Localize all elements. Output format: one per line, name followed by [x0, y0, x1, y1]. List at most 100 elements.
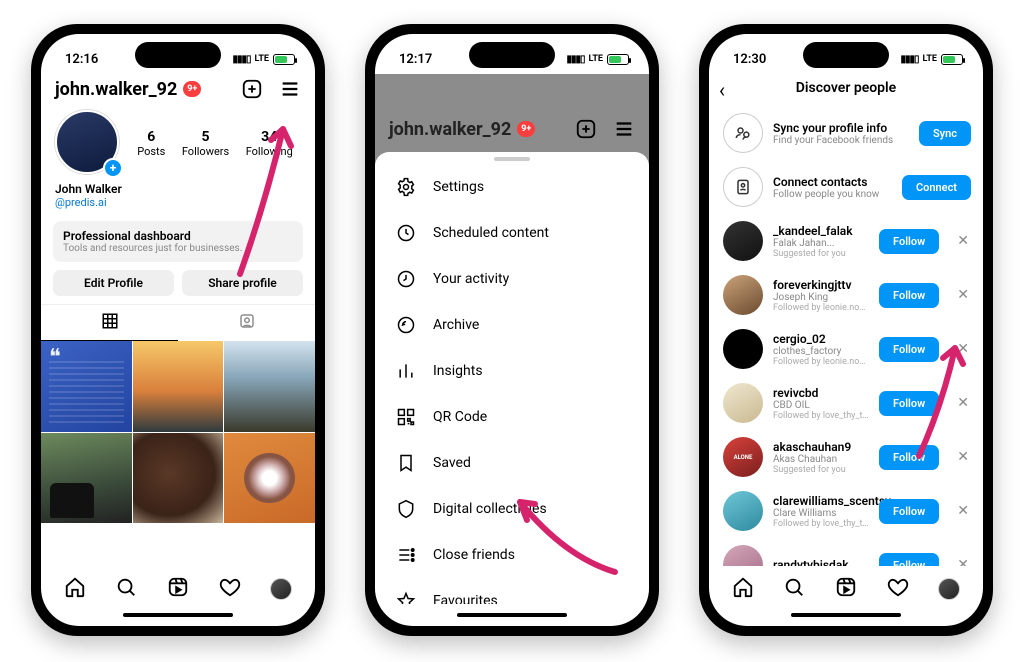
- suggestion-meta: Followed by leonie.noble1: [773, 303, 869, 313]
- suggestion-meta: Followed by love_thy_temple_: [773, 411, 869, 421]
- nav-activity-icon[interactable]: [887, 576, 909, 602]
- connect-button[interactable]: Connect: [902, 175, 971, 200]
- profile-username[interactable]: john.walker_92 9+: [55, 79, 201, 100]
- user-avatar[interactable]: [723, 275, 763, 315]
- dismiss-icon[interactable]: ✕: [949, 287, 971, 303]
- nav-search-icon[interactable]: [783, 576, 805, 602]
- menu-item-saved[interactable]: Saved: [375, 440, 649, 486]
- menu-item-favourites[interactable]: Favourites: [375, 578, 649, 604]
- dismiss-icon[interactable]: ✕: [949, 557, 971, 566]
- menu-item-scheduled[interactable]: Scheduled content: [375, 210, 649, 256]
- menu-item-settings[interactable]: Settings: [375, 164, 649, 210]
- user-avatar[interactable]: [723, 221, 763, 261]
- hamburger-menu-icon[interactable]: [279, 78, 301, 100]
- nav-search-icon[interactable]: [115, 576, 137, 602]
- dismiss-icon[interactable]: ✕: [949, 341, 971, 357]
- gear-icon: [395, 176, 417, 198]
- bio-link[interactable]: @predis.ai: [55, 196, 301, 209]
- suggestion-row[interactable]: akaschauhan9Akas ChauhanSuggested for yo…: [709, 430, 983, 484]
- stat-posts[interactable]: 6Posts: [137, 129, 165, 158]
- stat-followers[interactable]: 5Followers: [182, 129, 229, 158]
- follow-button[interactable]: Follow: [879, 283, 939, 308]
- nav-home-icon[interactable]: [64, 576, 86, 602]
- profile-username-dimmed: john.walker_92: [389, 119, 511, 140]
- dismiss-icon[interactable]: ✕: [949, 503, 971, 519]
- menu-item-archive[interactable]: Archive: [375, 302, 649, 348]
- suggestion-username: randytvbisdak: [773, 558, 869, 566]
- dismiss-icon[interactable]: ✕: [949, 233, 971, 249]
- professional-dashboard[interactable]: Professional dashboard Tools and resourc…: [53, 221, 303, 262]
- suggestion-meta: Followed by leonie.noble1: [773, 357, 869, 367]
- post-thumbnail[interactable]: [133, 341, 224, 432]
- suggestion-row[interactable]: revivcbdCBD OILFollowed by love_thy_temp…: [709, 376, 983, 430]
- suggestion-row[interactable]: _kandeel_falakFalak Jahan...Suggested fo…: [709, 214, 983, 268]
- follow-button[interactable]: Follow: [879, 391, 939, 416]
- suggestion-meta: Followed by love_thy_temple_: [773, 519, 869, 529]
- user-avatar[interactable]: [723, 437, 763, 477]
- dismiss-icon[interactable]: ✕: [949, 449, 971, 465]
- user-avatar[interactable]: [723, 329, 763, 369]
- sync-icon: [723, 113, 763, 153]
- notification-badge: 9+: [517, 121, 535, 137]
- follow-button[interactable]: Follow: [879, 499, 939, 524]
- sync-button[interactable]: Sync: [919, 121, 971, 146]
- suggestion-subtext: Clare Williams: [773, 508, 869, 519]
- menu-item-insights[interactable]: Insights: [375, 348, 649, 394]
- collectibles-icon: [395, 498, 417, 520]
- follow-button[interactable]: Follow: [879, 229, 939, 254]
- suggestion-row[interactable]: randytvbisdak Follow ✕: [709, 538, 983, 566]
- tab-tagged[interactable]: [178, 305, 315, 341]
- stat-following[interactable]: 34Following: [246, 129, 293, 158]
- home-indicator: [375, 604, 649, 626]
- suggestion-row[interactable]: foreverkingjttvJoseph KingFollowed by le…: [709, 268, 983, 322]
- nav-profile-icon[interactable]: [938, 578, 960, 600]
- tab-grid[interactable]: [41, 305, 178, 341]
- nav-activity-icon[interactable]: [219, 576, 241, 602]
- status-time: 12:30: [733, 52, 766, 67]
- suggestion-username: foreverkingjttv: [773, 278, 869, 292]
- suggestion-meta: Suggested for you: [773, 465, 869, 475]
- post-thumbnail[interactable]: [41, 433, 132, 524]
- menu-item-close-friends[interactable]: Close friends: [375, 532, 649, 578]
- menu-item-collectibles[interactable]: Digital collectibles: [375, 486, 649, 532]
- share-profile-button[interactable]: Share profile: [182, 270, 303, 296]
- nav-reels-icon[interactable]: [167, 576, 189, 602]
- qr-icon: [395, 406, 417, 428]
- follow-button[interactable]: Follow: [879, 445, 939, 470]
- nav-reels-icon[interactable]: [835, 576, 857, 602]
- bottom-nav: [709, 566, 983, 604]
- edit-profile-button[interactable]: Edit Profile: [53, 270, 174, 296]
- follow-button[interactable]: Follow: [879, 337, 939, 362]
- suggestion-subtext: clothes_factory: [773, 346, 869, 357]
- create-icon[interactable]: [241, 78, 263, 100]
- menu-item-qr[interactable]: QR Code: [375, 394, 649, 440]
- status-bar: 12:30 ▮▮▮▯ LTE: [709, 34, 983, 74]
- phone-menu: 12:17 ▮▮▮▯ LTE john.walker_92 9+: [365, 24, 659, 636]
- post-thumbnail[interactable]: [224, 433, 315, 524]
- nav-home-icon[interactable]: [732, 576, 754, 602]
- follow-button[interactable]: Follow: [879, 553, 939, 567]
- user-avatar[interactable]: [723, 545, 763, 566]
- user-avatar[interactable]: [723, 383, 763, 423]
- suggestion-row[interactable]: clarewilliams_scentsy...Clare WilliamsFo…: [709, 484, 983, 538]
- menu-item-activity[interactable]: Your activity: [375, 256, 649, 302]
- user-avatar[interactable]: [723, 491, 763, 531]
- display-name: John Walker: [55, 182, 301, 196]
- add-story-icon[interactable]: +: [103, 158, 123, 178]
- post-thumbnail[interactable]: [133, 433, 224, 524]
- sync-row[interactable]: Sync your profile infoFind your Facebook…: [709, 106, 983, 160]
- suggestion-row[interactable]: cergio_02clothes_factoryFollowed by leon…: [709, 322, 983, 376]
- network-label: LTE: [922, 54, 937, 64]
- post-thumbnail[interactable]: [224, 341, 315, 432]
- status-time: 12:16: [65, 52, 98, 67]
- profile-avatar[interactable]: +: [55, 110, 121, 176]
- connect-row[interactable]: Connect contactsFollow people you know C…: [709, 160, 983, 214]
- network-label: LTE: [588, 54, 603, 64]
- suggestion-subtext: Joseph King: [773, 292, 869, 303]
- suggestion-subtext: CBD OIL: [773, 400, 869, 411]
- back-icon[interactable]: ‹: [719, 78, 725, 102]
- nav-profile-icon[interactable]: [270, 578, 292, 600]
- post-thumbnail[interactable]: [41, 341, 132, 432]
- dismiss-icon[interactable]: ✕: [949, 395, 971, 411]
- insights-icon: [395, 360, 417, 382]
